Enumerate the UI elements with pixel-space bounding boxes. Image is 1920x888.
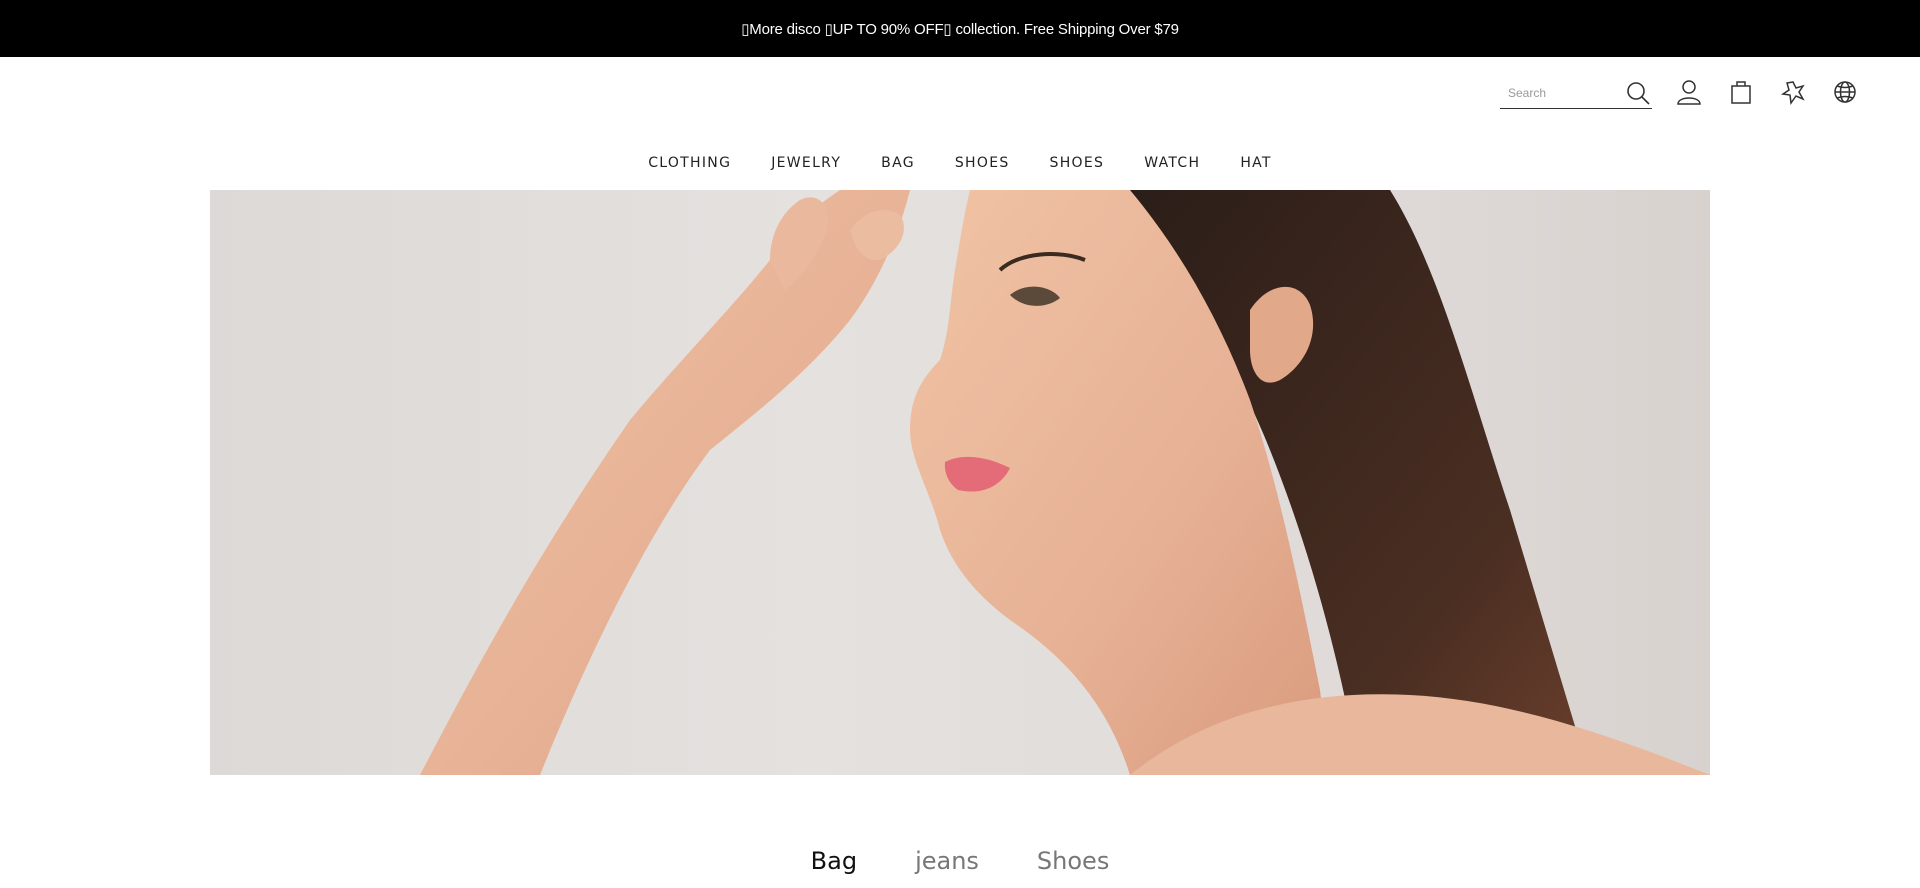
wishlist-icon[interactable] [1779, 78, 1807, 106]
tab-bag[interactable]: Bag [811, 848, 857, 875]
tab-jeans[interactable]: jeans [915, 848, 979, 875]
nav-item-hat[interactable]: HAT [1220, 155, 1291, 171]
header-tools [1500, 78, 1870, 112]
nav-item-bag[interactable]: BAG [861, 155, 935, 171]
nav-item-jewelry[interactable]: JEWELRY [751, 155, 861, 171]
nav-item-shoes-2[interactable]: SHOES [1030, 155, 1125, 171]
account-icon[interactable] [1675, 78, 1703, 106]
nav-item-shoes[interactable]: SHOES [935, 155, 1030, 171]
globe-icon[interactable] [1831, 78, 1859, 106]
announcement-bar: ▯More disco ▯UP TO 90% OFF▯ collection. … [0, 0, 1920, 57]
search-box [1500, 78, 1652, 109]
category-tabs: Bag jeans Shoes [0, 848, 1920, 888]
nav-item-clothing[interactable]: CLOTHING [628, 155, 751, 171]
nav-item-watch[interactable]: WATCH [1124, 155, 1220, 171]
search-icon[interactable] [1625, 80, 1651, 106]
shopping-bag-icon[interactable] [1727, 78, 1755, 106]
announcement-text: ▯More disco ▯UP TO 90% OFF▯ collection. … [741, 20, 1179, 38]
hero-banner[interactable] [210, 190, 1710, 775]
hero-image [420, 190, 1710, 775]
tab-shoes[interactable]: Shoes [1037, 848, 1109, 875]
search-input[interactable] [1508, 84, 1618, 102]
main-nav: CLOTHING JEWELRY BAG SHOES SHOES WATCH H… [0, 150, 1920, 176]
